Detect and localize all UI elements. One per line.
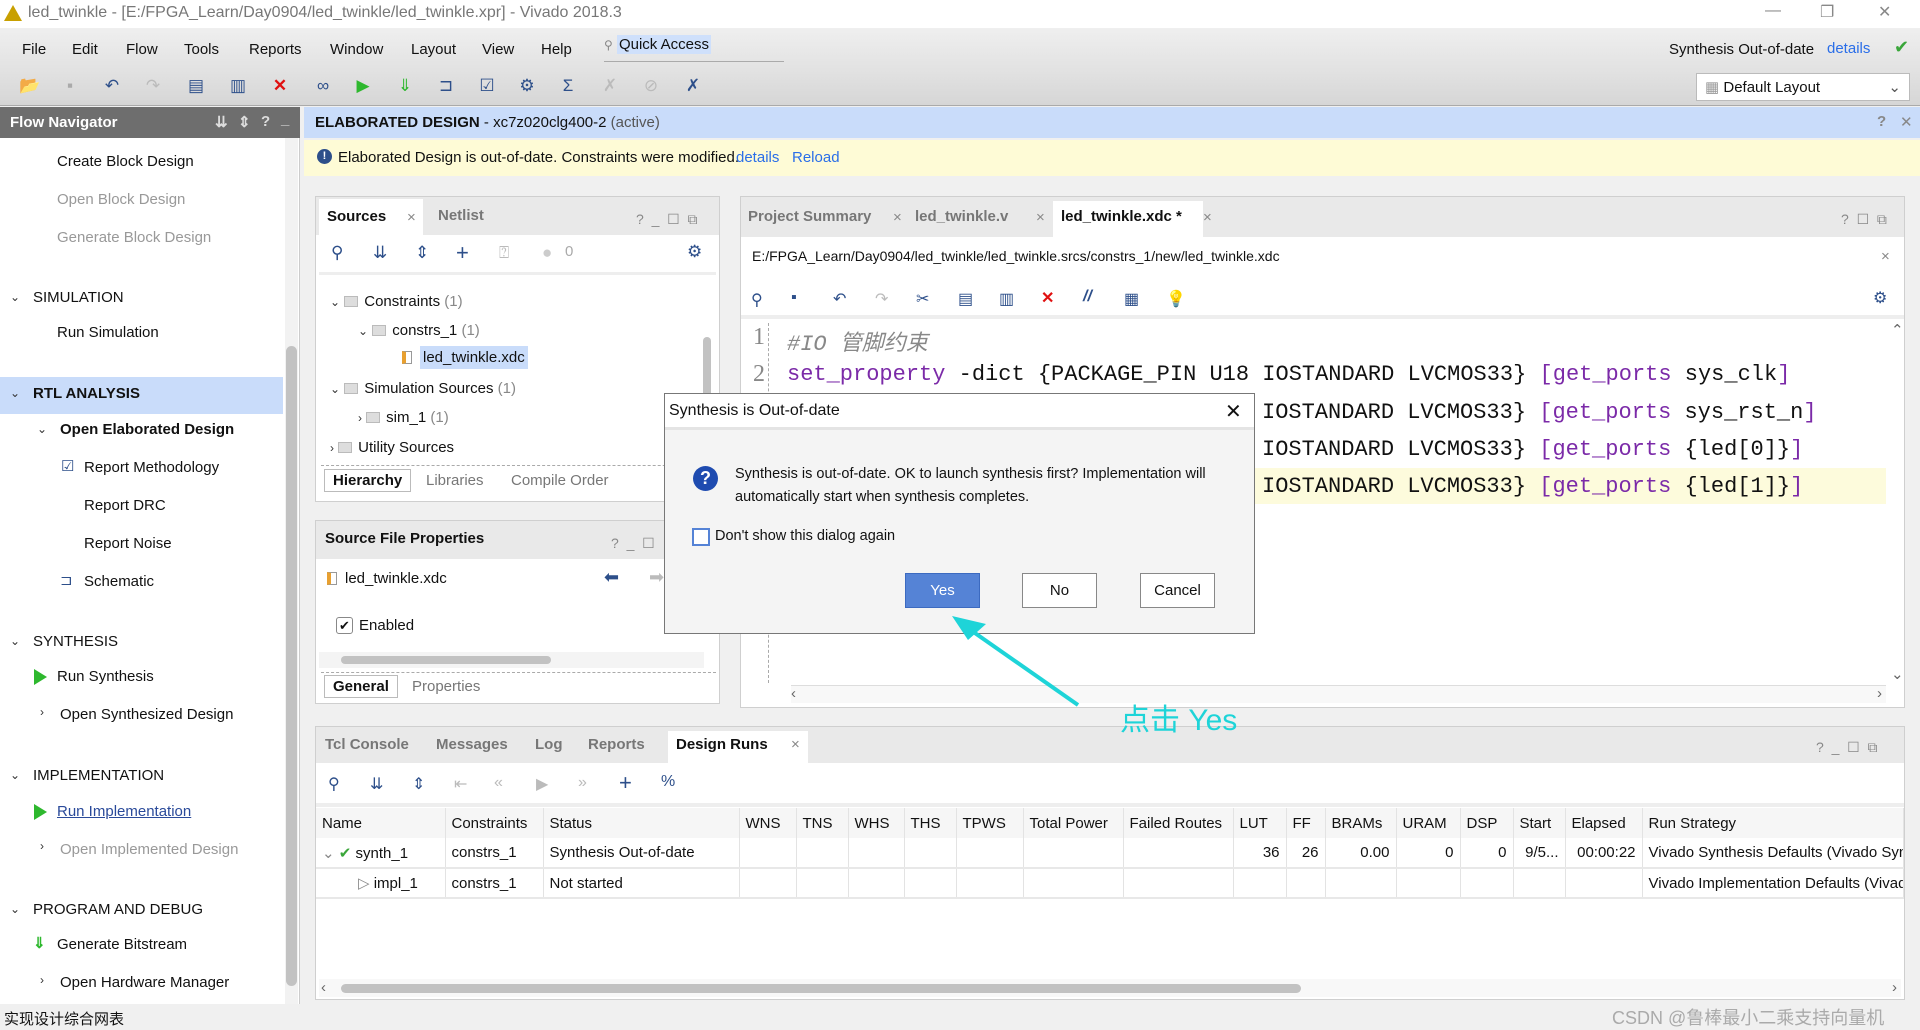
status-text: 实现设计综合网表 [4, 1011, 125, 1028]
annotation-arrow [952, 616, 1080, 707]
status-bar: 实现设计综合网表 CSDN @鲁棒最小二乘支持向量机 [0, 1004, 1920, 1030]
annotation-arrow-line [960, 622, 1080, 707]
watermark: CSDN @鲁棒最小二乘支持向量机 [1612, 1008, 1885, 1028]
annotation-text: 点击 Yes [1120, 704, 1238, 737]
